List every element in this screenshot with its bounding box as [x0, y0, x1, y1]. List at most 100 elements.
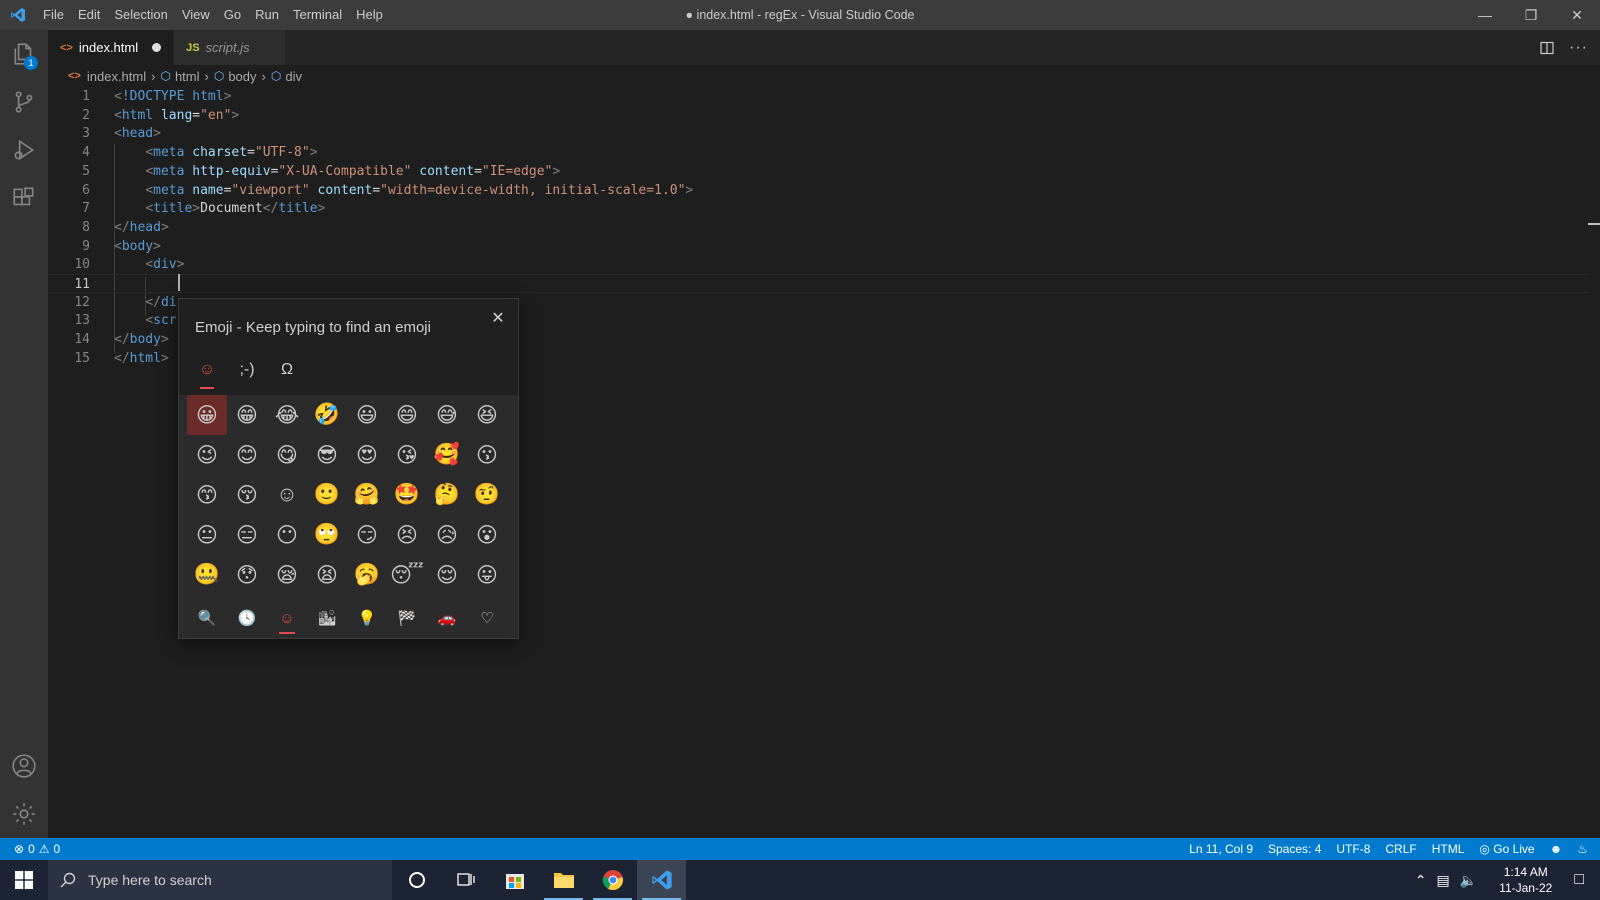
emoji-item[interactable]: 😉	[187, 435, 227, 475]
minimize-button[interactable]: —	[1462, 0, 1508, 30]
tab-symbols[interactable]: Ω	[271, 355, 303, 385]
emoji-item[interactable]: 😍	[347, 435, 387, 475]
objects-icon[interactable]: 💡	[347, 602, 387, 634]
emoji-item[interactable]: 😎	[307, 435, 347, 475]
code-line[interactable]: 9 <body>	[48, 237, 1588, 256]
emoji-item[interactable]: 😃	[347, 395, 387, 435]
tab-script-js[interactable]: JS script.js	[174, 30, 286, 65]
code-line[interactable]: 10 <div>	[48, 255, 1588, 274]
emoji-item[interactable]: 😘	[387, 435, 427, 475]
search-icon[interactable]: 🔍	[187, 602, 227, 634]
editor-scrollbar[interactable]	[1588, 87, 1600, 838]
go-live-button[interactable]: ◎ Go Live	[1479, 842, 1534, 856]
cortana-button[interactable]	[392, 860, 441, 900]
emoji-item[interactable]: 😊	[227, 435, 267, 475]
emoji-item[interactable]: 😋	[267, 435, 307, 475]
emoji-item[interactable]: 😁	[227, 395, 267, 435]
menu-terminal[interactable]: Terminal	[286, 0, 349, 30]
cursor-position[interactable]: Ln 11, Col 9	[1189, 842, 1253, 856]
network-icon[interactable]: ▤	[1437, 872, 1450, 889]
code-line[interactable]: 2 <html lang="en">	[48, 106, 1588, 125]
emoji-item[interactable]: 😗	[467, 435, 507, 475]
recent-icon[interactable]: 🕓	[227, 602, 267, 634]
code-line[interactable]: 4 <meta charset="UTF-8">	[48, 143, 1588, 162]
menu-view[interactable]: View	[175, 0, 217, 30]
tab-kaomoji[interactable]: ;-)	[231, 355, 263, 385]
start-button[interactable]	[0, 860, 48, 900]
emoji-item[interactable]: 😥	[427, 515, 467, 555]
unsaved-dot-icon[interactable]	[152, 43, 162, 52]
emoji-item[interactable]: 😫	[307, 555, 347, 595]
emoji-item[interactable]: 😐	[187, 515, 227, 555]
chrome-button[interactable]	[588, 860, 637, 900]
taskbar-search-box[interactable]: Type here to search	[48, 860, 392, 900]
flags-icon[interactable]: 🏁	[387, 602, 427, 634]
code-line[interactable]: 11	[48, 274, 1588, 293]
emoji-item[interactable]: 😮	[467, 515, 507, 555]
emoji-item[interactable]: 😚	[227, 475, 267, 515]
line-endings[interactable]: CRLF	[1385, 842, 1416, 856]
code-line[interactable]: 5 <meta http-equiv="X-UA-Compatible" con…	[48, 162, 1588, 181]
vscode-taskbar-button[interactable]	[637, 860, 686, 900]
menu-file[interactable]: File	[36, 0, 71, 30]
emoji-item[interactable]: 😴	[387, 555, 427, 595]
emoji-item[interactable]: 🤗	[347, 475, 387, 515]
tab-index-html[interactable]: <> index.html	[48, 30, 175, 65]
emoji-item[interactable]: 🙄	[307, 515, 347, 555]
more-actions-icon[interactable]: ···	[1569, 39, 1588, 57]
extensions-button[interactable]	[0, 174, 48, 222]
emoji-item[interactable]: 😣	[387, 515, 427, 555]
emoji-item[interactable]: 😌	[427, 555, 467, 595]
encoding[interactable]: UTF-8	[1336, 842, 1370, 856]
code-line[interactable]: 8 </head>	[48, 218, 1588, 237]
manage-button[interactable]	[0, 790, 48, 838]
emoji-item[interactable]: 😯	[227, 555, 267, 595]
chevron-up-icon[interactable]: ⌃	[1415, 872, 1427, 889]
travel-icon[interactable]: 🚗	[427, 602, 467, 634]
emoji-item[interactable]: 🤣	[307, 395, 347, 435]
explorer-button[interactable]: 1	[0, 30, 48, 78]
feedback-icon[interactable]: ☻	[1550, 842, 1563, 856]
emoji-item[interactable]: 🤐	[187, 555, 227, 595]
bell-icon[interactable]: ♨	[1577, 842, 1588, 856]
heart-icon[interactable]: ♡	[467, 602, 507, 634]
code-line[interactable]: 6 <meta name="viewport" content="width=d…	[48, 181, 1588, 200]
restore-button[interactable]: ❐	[1508, 0, 1554, 30]
emoji-item[interactable]: 😏	[347, 515, 387, 555]
clock[interactable]: 1:14 AM 11-Jan-22	[1499, 864, 1552, 896]
source-control-button[interactable]	[0, 78, 48, 126]
people-icon[interactable]: 🏙	[307, 602, 347, 634]
menu-go[interactable]: Go	[217, 0, 248, 30]
menu-selection[interactable]: Selection	[107, 0, 174, 30]
tab-emoji[interactable]: ☺	[191, 355, 223, 389]
emoji-item[interactable]: 😄	[387, 395, 427, 435]
accounts-button[interactable]	[0, 742, 48, 790]
emoji-item[interactable]: 🙂	[307, 475, 347, 515]
file-explorer-button[interactable]	[539, 860, 588, 900]
emoji-item[interactable]: 😛	[467, 555, 507, 595]
store-button[interactable]	[490, 860, 539, 900]
menu-edit[interactable]: Edit	[71, 0, 107, 30]
emoji-item[interactable]: 😆	[467, 395, 507, 435]
emoji-item[interactable]: 😑	[227, 515, 267, 555]
indentation[interactable]: Spaces: 4	[1268, 842, 1321, 856]
emoji-item[interactable]: 😀	[187, 395, 227, 435]
run-debug-button[interactable]	[0, 126, 48, 174]
emoji-item[interactable]: 🤔	[427, 475, 467, 515]
code-line[interactable]: 7 <title>Document</title>	[48, 199, 1588, 218]
smiley-icon[interactable]: ☺	[267, 602, 307, 634]
volume-icon[interactable]: 🔈	[1460, 872, 1477, 889]
emoji-item[interactable]: 😙	[187, 475, 227, 515]
emoji-item[interactable]: 😅	[427, 395, 467, 435]
menu-run[interactable]: Run	[248, 0, 286, 30]
emoji-item[interactable]: 🥱	[347, 555, 387, 595]
menu-help[interactable]: Help	[349, 0, 390, 30]
emoji-item[interactable]: 🥰	[427, 435, 467, 475]
emoji-item[interactable]: 🤩	[387, 475, 427, 515]
close-window-button[interactable]: ✕	[1554, 0, 1600, 30]
breadcrumb-item-body[interactable]: body	[228, 69, 256, 84]
breadcrumb-item-div[interactable]: div	[285, 69, 302, 84]
code-line[interactable]: 1 <!DOCTYPE html>	[48, 87, 1588, 106]
breadcrumb-item-file[interactable]: index.html	[87, 69, 146, 84]
problems-indicator[interactable]: ⊗ 0 ⚠ 0	[0, 842, 60, 856]
